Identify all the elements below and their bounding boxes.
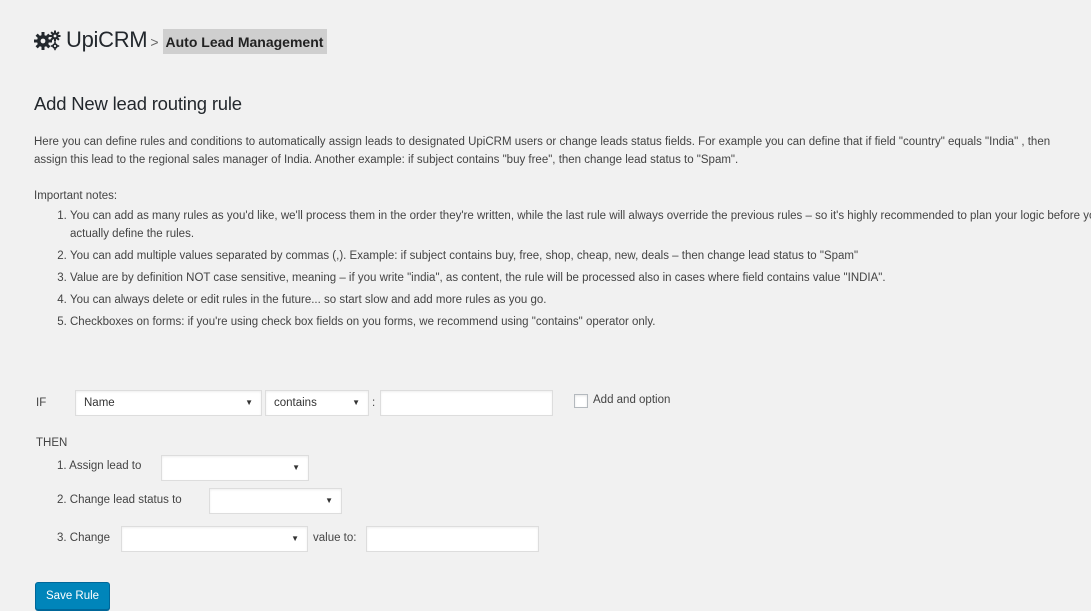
page-title: Add New lead routing rule — [34, 93, 242, 114]
chevron-down-icon: ▼ — [352, 398, 360, 407]
add-and-option-checkbox[interactable] — [574, 394, 588, 408]
save-rule-button[interactable]: Save Rule — [35, 582, 111, 610]
breadcrumb-current: Auto Lead Management — [162, 29, 328, 54]
breadcrumb-separator: > — [150, 34, 159, 50]
change-status-select[interactable]: ▼ — [209, 488, 342, 514]
value-to-input[interactable] — [366, 526, 539, 552]
note-item: You can always delete or edit rules in t… — [70, 291, 1091, 309]
note-item: You can add multiple values separated by… — [70, 247, 1091, 265]
assign-lead-select[interactable]: ▼ — [161, 455, 309, 481]
chevron-down-icon: ▼ — [291, 534, 299, 543]
notes-list: You can add as many rules as you'd like,… — [34, 207, 1091, 335]
value-to-label: value to: — [313, 532, 357, 544]
change-status-label: 2. Change lead status to — [57, 494, 182, 506]
note-item: Checkboxes on forms: if you're using che… — [70, 313, 1091, 331]
assign-lead-label: 1. Assign lead to — [57, 460, 142, 472]
condition-operator-value: contains — [274, 397, 317, 409]
page-header: UpiCRM > Auto Lead Management — [34, 26, 328, 54]
notes-heading: Important notes: — [34, 190, 118, 202]
condition-operator-select[interactable]: contains ▼ — [265, 390, 369, 416]
change-field-label: 3. Change — [57, 532, 111, 544]
intro-text: Here you can define rules and conditions… — [34, 136, 1051, 166]
chevron-down-icon: ▼ — [292, 463, 300, 472]
if-label: IF — [36, 397, 47, 409]
gears-icon — [34, 30, 61, 51]
brand-name: UpiCRM — [66, 27, 148, 52]
condition-value-input[interactable] — [380, 390, 553, 416]
condition-field-value: Name — [84, 397, 115, 409]
note-item: Value are by definition NOT case sensiti… — [70, 269, 1091, 287]
then-label: THEN — [36, 437, 68, 449]
chevron-down-icon: ▼ — [325, 496, 333, 505]
chevron-down-icon: ▼ — [245, 398, 253, 407]
condition-field-select[interactable]: Name ▼ — [75, 390, 262, 416]
change-field-select[interactable]: ▼ — [121, 526, 308, 552]
colon-label: : — [372, 397, 376, 409]
note-item: You can add as many rules as you'd like,… — [70, 207, 1091, 243]
add-and-option-label: Add and option — [593, 394, 671, 406]
